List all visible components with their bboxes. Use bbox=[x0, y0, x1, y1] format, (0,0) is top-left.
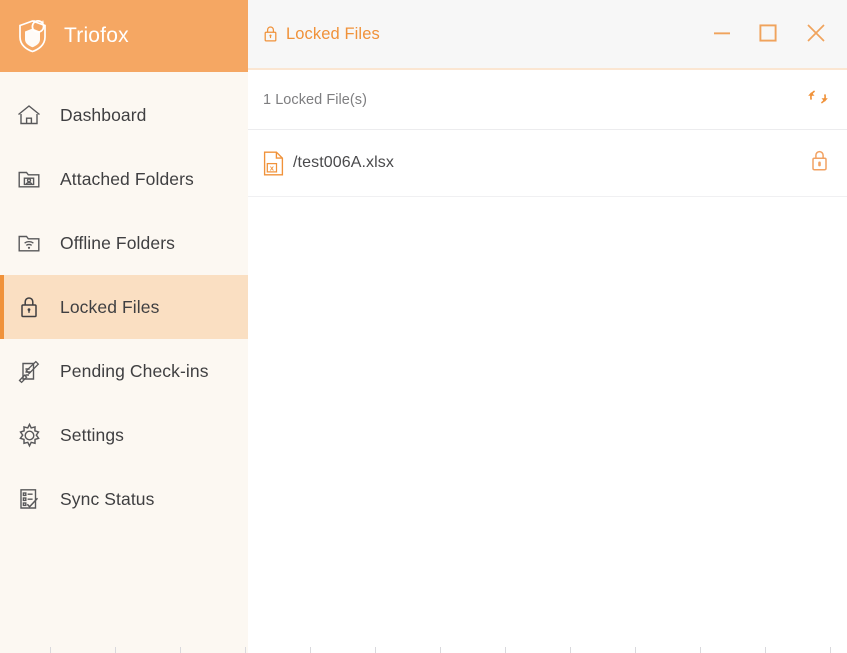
close-button[interactable] bbox=[791, 0, 841, 70]
window-controls bbox=[699, 0, 847, 70]
locked-file-count: 1 Locked File(s) bbox=[263, 91, 367, 108]
lock-icon bbox=[261, 24, 279, 44]
refresh-button[interactable] bbox=[803, 85, 833, 115]
sidebar-nav: Dashboard Attached Folders Offline Folde… bbox=[0, 72, 248, 531]
page-title: Locked Files bbox=[286, 24, 380, 43]
minimize-button[interactable] bbox=[699, 0, 745, 70]
refresh-sync-icon bbox=[805, 84, 831, 115]
sidebar-item-dashboard[interactable]: Dashboard bbox=[0, 83, 248, 147]
sidebar-item-label: Settings bbox=[60, 424, 125, 445]
lock-closed-icon bbox=[809, 148, 830, 178]
sidebar-item-label: Attached Folders bbox=[60, 168, 194, 189]
sidebar-item-offline-folders[interactable]: Offline Folders bbox=[0, 211, 248, 275]
shield-fox-logo-icon bbox=[13, 16, 53, 56]
triofox-window: Triofox Dashboard Attached Folders Offli… bbox=[0, 0, 847, 653]
lock-icon bbox=[12, 290, 46, 324]
checklist-icon bbox=[12, 482, 46, 516]
locked-files-list: x /test006A.xlsx bbox=[248, 130, 847, 653]
home-icon bbox=[12, 98, 46, 132]
sidebar-item-label: Offline Folders bbox=[60, 232, 175, 253]
window-titlebar: Locked Files bbox=[248, 0, 847, 70]
brand-name: Triofox bbox=[64, 24, 129, 47]
document-pen-icon bbox=[12, 354, 46, 388]
minimize-icon bbox=[711, 22, 733, 49]
sidebar-item-settings[interactable]: Settings bbox=[0, 403, 248, 467]
maximize-button[interactable] bbox=[745, 0, 791, 70]
file-name: /test006A.xlsx bbox=[293, 154, 395, 171]
main-panel: Locked Files 1 Locked File(s) x /test006… bbox=[248, 0, 847, 653]
locked-files-toolbar: 1 Locked File(s) bbox=[248, 70, 847, 130]
sidebar-item-label: Sync Status bbox=[60, 488, 155, 509]
table-row[interactable]: x /test006A.xlsx bbox=[248, 130, 847, 197]
close-icon bbox=[804, 21, 828, 50]
maximize-icon bbox=[757, 22, 779, 49]
sidebar-item-pending-checkins[interactable]: Pending Check-ins bbox=[0, 339, 248, 403]
sidebar-item-label: Dashboard bbox=[60, 104, 147, 125]
sidebar-item-label: Pending Check-ins bbox=[60, 360, 209, 381]
sidebar: Triofox Dashboard Attached Folders Offli… bbox=[0, 0, 248, 653]
brand-header: Triofox bbox=[0, 0, 248, 72]
titlebar-title-group: Locked Files bbox=[248, 24, 380, 44]
excel-file-icon: x bbox=[262, 150, 284, 176]
sidebar-item-label: Locked Files bbox=[60, 296, 160, 317]
gear-icon bbox=[12, 418, 46, 452]
sidebar-item-locked-files[interactable]: Locked Files bbox=[0, 275, 248, 339]
folder-offline-icon bbox=[12, 226, 46, 260]
sidebar-item-attached-folders[interactable]: Attached Folders bbox=[0, 147, 248, 211]
sidebar-item-sync-status[interactable]: Sync Status bbox=[0, 467, 248, 531]
file-lock-button[interactable] bbox=[807, 149, 831, 177]
folder-attached-icon bbox=[12, 162, 46, 196]
